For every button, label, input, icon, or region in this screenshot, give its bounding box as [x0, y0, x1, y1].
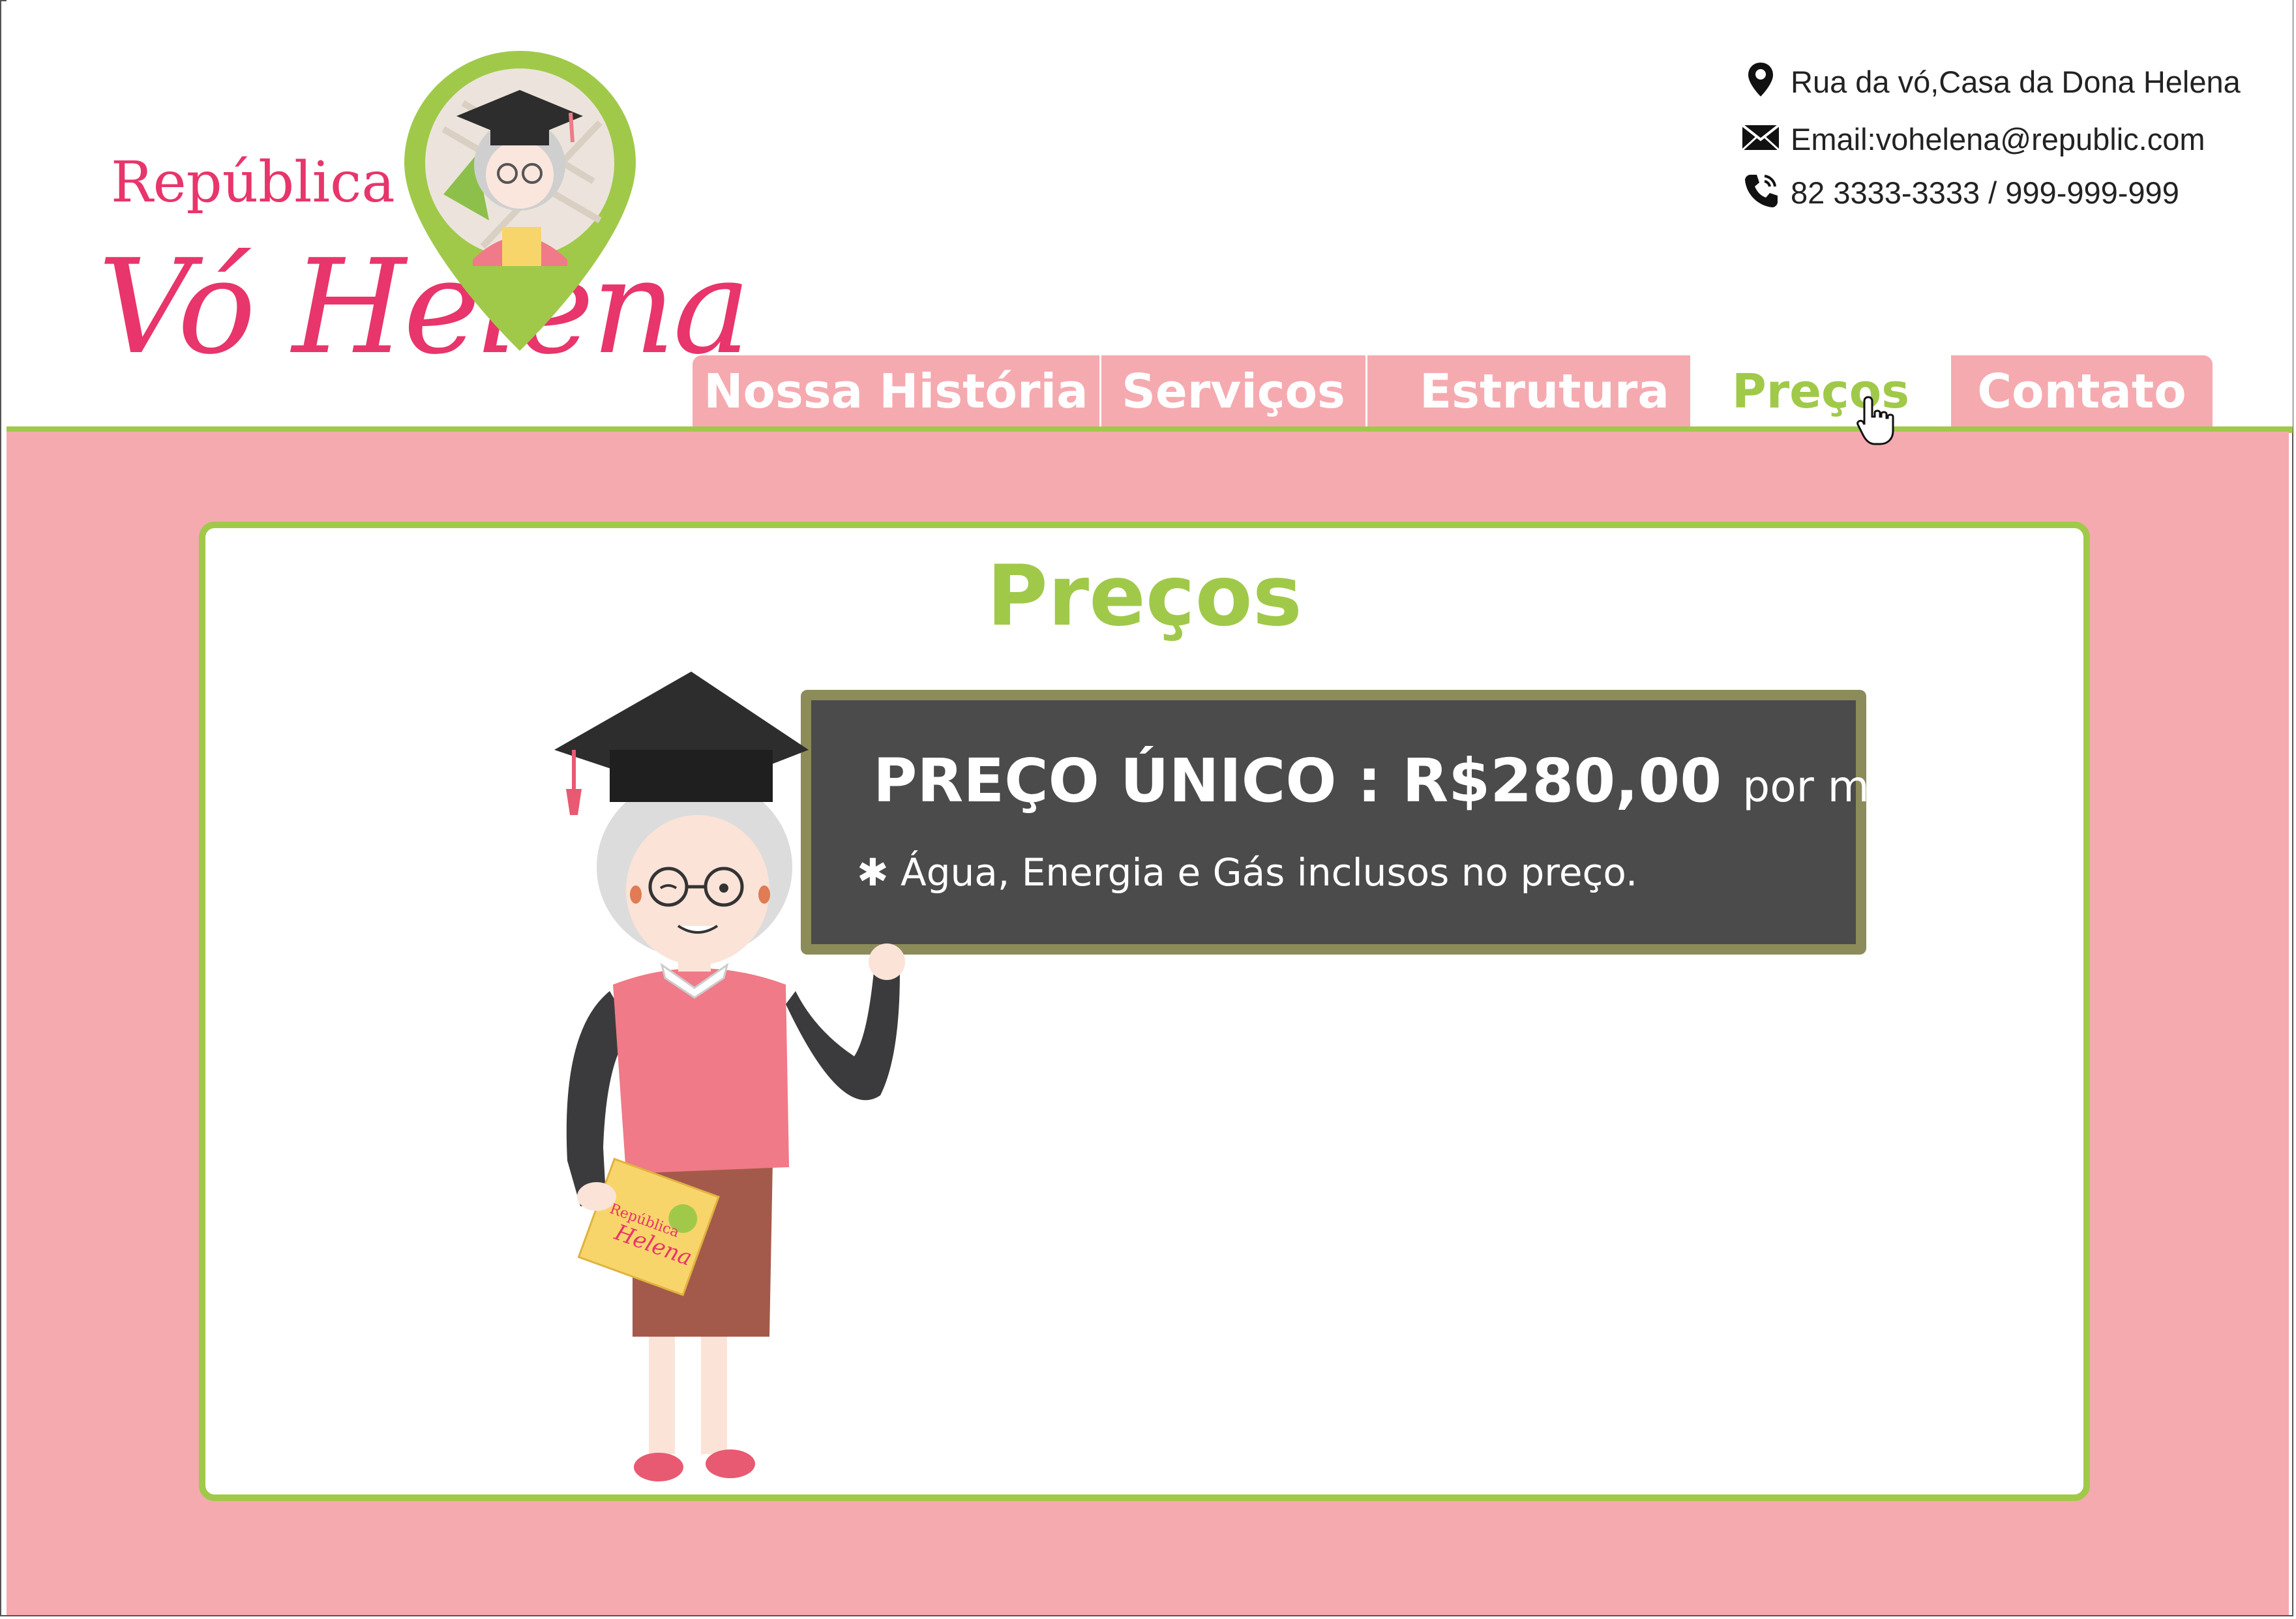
tab-nossa-historia[interactable]: Nossa História	[693, 355, 1099, 427]
grandma-graduate-illustration: República Helena	[554, 672, 905, 1481]
price-period-text: por mês	[1742, 762, 1918, 812]
phone-text: 82 3333-3333 / 999-999-999	[1791, 175, 2179, 210]
logo-republica-text: República	[111, 150, 395, 215]
tab-servicos[interactable]: Serviços	[1101, 355, 1365, 427]
tab-label: Nossa História	[704, 364, 1088, 419]
tab-estrutura[interactable]: Estrutura	[1367, 355, 1722, 427]
price-note: ✱ Água, Energia e Gás inclusos no preço.	[857, 850, 1637, 895]
tab-label: Contato	[1977, 364, 2186, 419]
pricing-card: Preços	[199, 522, 2090, 1501]
tab-label: Serviços	[1122, 364, 1345, 419]
email-text[interactable]: Email:vohelena@republic.com	[1791, 121, 2205, 157]
address-text: Rua da vó,Casa da Dona Helena	[1791, 65, 2241, 99]
price-chalkboard: PREÇO ÚNICO : R$280,00 por mês ✱ Água, E…	[801, 690, 1918, 955]
price-main-text: PREÇO ÚNICO : R$280,00	[873, 746, 1722, 816]
location-pin-icon	[1748, 63, 1773, 97]
tab-precos[interactable]: Preços	[1690, 355, 1951, 427]
tab-label: Estrutura	[1420, 364, 1669, 419]
map-pin-avatar-icon	[404, 51, 636, 351]
page-title: Preços	[987, 548, 1302, 645]
phone-icon	[1745, 175, 1778, 207]
price-headline: PREÇO ÚNICO : R$280,00 por mês	[873, 746, 1918, 816]
main-nav: Nossa História Serviços Estrutura Preços…	[693, 355, 2213, 427]
envelope-icon	[1741, 124, 1780, 151]
site-header: República Vó Helena Rua da vó,Casa da Do…	[7, 0, 2293, 432]
hand-cursor-icon	[1856, 396, 1894, 445]
tab-contato[interactable]: Contato	[1951, 355, 2213, 427]
price-note-text: Água, Energia e Gás inclusos no preço.	[901, 850, 1638, 895]
